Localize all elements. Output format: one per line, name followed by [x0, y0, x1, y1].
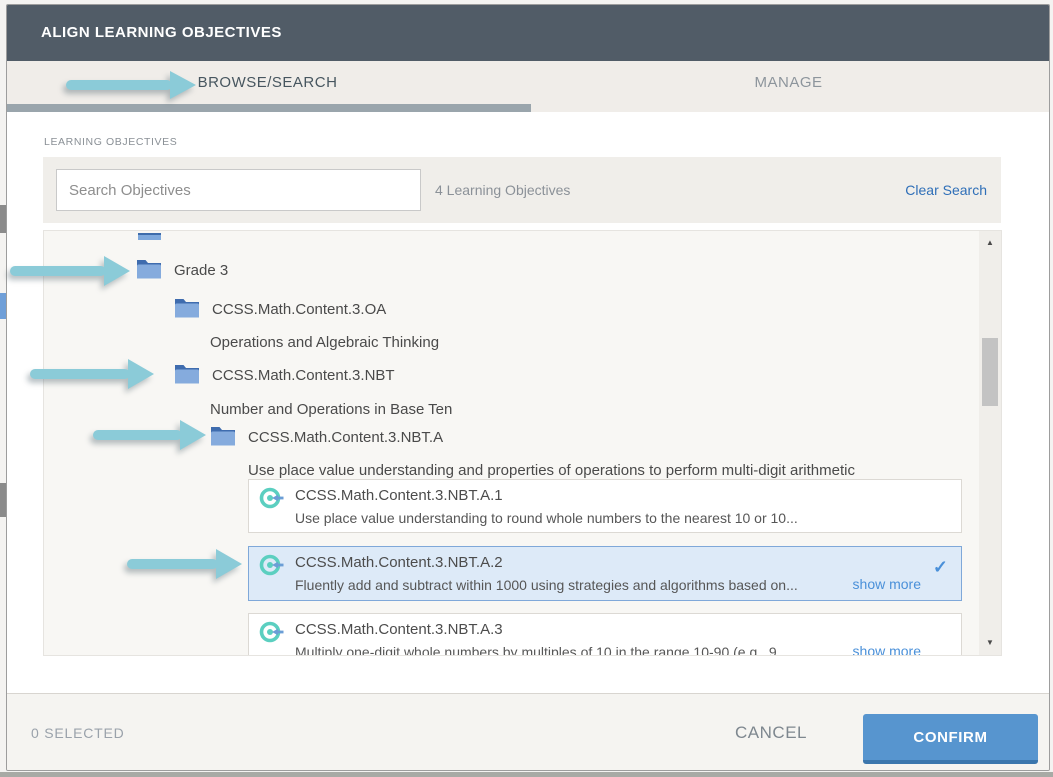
- tree-folder-3-oa[interactable]: CCSS.Math.Content.3.OA: [212, 301, 386, 318]
- page-behind-bottom-strip: [0, 772, 1053, 777]
- cancel-button[interactable]: CANCEL: [735, 694, 807, 771]
- folder-icon-partial: [138, 233, 161, 240]
- folder-icon-3-nbt: [174, 363, 200, 384]
- scrollbar-down-arrow-icon[interactable]: ▼: [979, 635, 1001, 651]
- annotation-arrow-nbt-a-2: [127, 549, 242, 579]
- tree-folder-3-nbt-a[interactable]: CCSS.Math.Content.3.NBT.A: [248, 429, 443, 446]
- objective-target-icon: [259, 485, 285, 511]
- arrow-head: [128, 359, 154, 389]
- objective-code: CCSS.Math.Content.3.NBT.A.2: [295, 554, 503, 571]
- arrow-body: [66, 80, 172, 90]
- objective-card-nbt-a-2[interactable]: CCSS.Math.Content.3.NBT.A.2 Fluently add…: [248, 546, 962, 601]
- dialog-title: ALIGN LEARNING OBJECTIVES: [41, 5, 282, 61]
- active-tab-indicator: [7, 104, 531, 112]
- arrow-body: [127, 559, 218, 570]
- arrow-body: [93, 430, 182, 441]
- tree-desc-3-nbt: Number and Operations in Base Ten: [210, 401, 452, 418]
- objective-target-icon: [259, 552, 285, 578]
- dialog-header: ALIGN LEARNING OBJECTIVES: [7, 5, 1049, 61]
- objective-description: Use place value understanding to round w…: [295, 510, 798, 526]
- arrow-head: [104, 256, 130, 286]
- arrow-body: [30, 369, 130, 380]
- objective-description: Multiply one-digit whole numbers by mult…: [295, 644, 788, 656]
- objective-card-nbt-a-1[interactable]: CCSS.Math.Content.3.NBT.A.1 Use place va…: [248, 479, 962, 533]
- scrollbar-thumb[interactable]: [982, 338, 998, 406]
- tab-manage[interactable]: MANAGE: [528, 61, 1049, 104]
- search-input[interactable]: [56, 169, 421, 211]
- folder-icon-grade-3: [136, 258, 162, 279]
- tree-folder-grade-3[interactable]: Grade 3: [174, 262, 228, 279]
- tree-folder-3-nbt[interactable]: CCSS.Math.Content.3.NBT: [212, 367, 395, 384]
- tree-desc-3-oa: Operations and Algebraic Thinking: [210, 334, 439, 351]
- annotation-arrow-grade-3: [10, 256, 130, 286]
- objective-count: 4 Learning Objectives: [435, 157, 570, 223]
- annotation-arrow-3-nbt-a: [93, 420, 206, 450]
- arrow-head: [170, 71, 196, 99]
- show-more-link[interactable]: show more: [853, 576, 921, 592]
- clear-search-link[interactable]: Clear Search: [905, 157, 987, 223]
- section-label: LEARNING OBJECTIVES: [44, 136, 177, 148]
- show-more-link[interactable]: show more: [853, 643, 921, 656]
- objective-code: CCSS.Math.Content.3.NBT.A.3: [295, 621, 503, 638]
- search-panel: 4 Learning Objectives Clear Search: [43, 157, 1001, 223]
- folder-icon-3-oa: [174, 297, 200, 318]
- confirm-button[interactable]: CONFIRM: [863, 714, 1038, 764]
- objective-code: CCSS.Math.Content.3.NBT.A.1: [295, 487, 503, 504]
- arrow-body: [10, 266, 106, 277]
- objective-description: Fluently add and subtract within 1000 us…: [295, 577, 798, 593]
- align-learning-objectives-dialog: ALIGN LEARNING OBJECTIVES BROWSE/SEARCH …: [6, 4, 1050, 771]
- tab-indicator-row: [7, 104, 1049, 112]
- vertical-scrollbar[interactable]: ▲ ▼: [979, 231, 1001, 655]
- selected-check-icon: ✓: [933, 557, 948, 578]
- tree-desc-3-nbt-a: Use place value understanding and proper…: [248, 462, 970, 479]
- annotation-arrow-browse-search: [66, 71, 196, 99]
- arrow-head: [180, 420, 206, 450]
- objective-target-icon: [259, 619, 285, 645]
- folder-icon-3-nbt-a: [210, 425, 236, 446]
- selected-count: 0 SELECTED: [31, 694, 125, 771]
- scrollbar-up-arrow-icon[interactable]: ▲: [979, 235, 1001, 251]
- annotation-arrow-3-nbt: [30, 359, 154, 389]
- objective-card-nbt-a-3[interactable]: CCSS.Math.Content.3.NBT.A.3 Multiply one…: [248, 613, 962, 656]
- arrow-head: [216, 549, 242, 579]
- dialog-footer: 0 SELECTED CANCEL CONFIRM: [7, 694, 1049, 771]
